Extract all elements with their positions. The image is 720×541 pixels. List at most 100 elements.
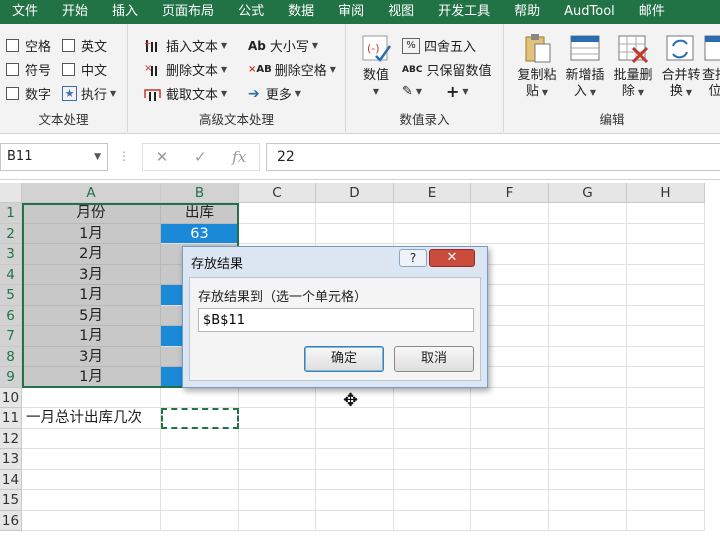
- cell-d13[interactable]: [316, 449, 394, 470]
- column-header-c[interactable]: C: [239, 183, 316, 203]
- column-header-f[interactable]: F: [471, 183, 549, 203]
- cell-g12[interactable]: [549, 428, 627, 449]
- help-button[interactable]: ?: [399, 249, 427, 267]
- cell-c15[interactable]: [239, 490, 316, 511]
- cell-f2[interactable]: [471, 223, 549, 244]
- row-header-4[interactable]: 4: [0, 264, 22, 285]
- keep-value-button[interactable]: ABC 只保留数值: [402, 60, 491, 79]
- insert-new-button[interactable]: 新增插 入 ▼: [560, 32, 610, 101]
- cell-g7[interactable]: [549, 326, 627, 347]
- cell-h7[interactable]: [627, 326, 705, 347]
- column-header-b[interactable]: B: [161, 183, 239, 203]
- cell-g9[interactable]: [549, 367, 627, 388]
- tab-audtool[interactable]: AudTool: [552, 0, 627, 24]
- cell-e11[interactable]: [394, 408, 471, 429]
- cell-c10[interactable]: [239, 387, 316, 408]
- function-icon[interactable]: fx: [232, 148, 246, 166]
- cell-a9[interactable]: 1月: [22, 367, 161, 388]
- cell-a14[interactable]: [22, 469, 161, 490]
- cell-e2[interactable]: [394, 223, 471, 244]
- copy-paste-button[interactable]: 复制粘 贴 ▼: [512, 32, 562, 101]
- cell-f10[interactable]: [471, 387, 549, 408]
- check-symbol[interactable]: 符号: [6, 60, 51, 79]
- cell-b12[interactable]: [161, 428, 239, 449]
- column-header-g[interactable]: G: [549, 183, 627, 203]
- column-header-e[interactable]: E: [394, 183, 471, 203]
- cell-f11[interactable]: [471, 408, 549, 429]
- cell-g3[interactable]: [549, 244, 627, 265]
- cell-h10[interactable]: [627, 387, 705, 408]
- cell-d16[interactable]: [316, 510, 394, 531]
- value-button[interactable]: (-) 数值 ▼: [352, 32, 400, 100]
- cell-b1[interactable]: 出库: [161, 203, 239, 224]
- cell-b10[interactable]: [161, 387, 239, 408]
- check-chinese[interactable]: 中文: [62, 60, 107, 79]
- execute-button[interactable]: ★ 执行 ▼: [62, 84, 116, 103]
- plus-dropdown[interactable]: + ▼: [446, 82, 469, 101]
- row-header-8[interactable]: 8: [0, 346, 22, 367]
- cell-a6[interactable]: 5月: [22, 305, 161, 326]
- cell-a4[interactable]: 3月: [22, 264, 161, 285]
- cell-b11[interactable]: [161, 408, 239, 429]
- cell-g11[interactable]: [549, 408, 627, 429]
- cell-d2[interactable]: [316, 223, 394, 244]
- cell-g6[interactable]: [549, 305, 627, 326]
- check-space[interactable]: 空格: [6, 36, 51, 55]
- row-header-6[interactable]: 6: [0, 305, 22, 326]
- cell-b2[interactable]: 63: [161, 223, 239, 244]
- name-box[interactable]: B11 ▼: [0, 143, 108, 171]
- row-header-14[interactable]: 14: [0, 469, 22, 490]
- check-icon[interactable]: ✓: [194, 148, 207, 166]
- cell-g14[interactable]: [549, 469, 627, 490]
- checkbox-icon[interactable]: [6, 87, 19, 100]
- cell-h12[interactable]: [627, 428, 705, 449]
- cancel-button[interactable]: 取消: [394, 346, 474, 372]
- cell-e16[interactable]: [394, 510, 471, 531]
- remove-spaces-button[interactable]: ×AB 删除空格 ▼: [248, 60, 336, 79]
- cell-reference-input[interactable]: [198, 308, 474, 332]
- cell-h14[interactable]: [627, 469, 705, 490]
- close-button[interactable]: ✕: [429, 249, 475, 267]
- row-header-3[interactable]: 3: [0, 244, 22, 265]
- cell-h16[interactable]: [627, 510, 705, 531]
- cell-e10[interactable]: [394, 387, 471, 408]
- batch-delete-button[interactable]: 批量删 除 ▼: [608, 32, 658, 101]
- checkbox-icon[interactable]: [62, 63, 75, 76]
- merge-convert-button[interactable]: 合并转 换 ▼: [656, 32, 706, 101]
- extract-text-button[interactable]: 截取文本 ▼: [144, 84, 227, 103]
- cell-a3[interactable]: 2月: [22, 244, 161, 265]
- column-header-d[interactable]: D: [316, 183, 394, 203]
- cell-a13[interactable]: [22, 449, 161, 470]
- cell-h11[interactable]: [627, 408, 705, 429]
- cell-c14[interactable]: [239, 469, 316, 490]
- cell-a7[interactable]: 1月: [22, 326, 161, 347]
- resize-handle-icon[interactable]: ⋮: [118, 149, 130, 163]
- tab-view[interactable]: 视图: [376, 0, 426, 24]
- cell-a8[interactable]: 3月: [22, 346, 161, 367]
- tab-mail[interactable]: 邮件: [627, 0, 677, 24]
- formula-input[interactable]: 22: [266, 143, 720, 171]
- row-header-16[interactable]: 16: [0, 510, 22, 531]
- cell-g4[interactable]: [549, 264, 627, 285]
- cell-h1[interactable]: [627, 203, 705, 224]
- cell-a2[interactable]: 1月: [22, 223, 161, 244]
- cell-h13[interactable]: [627, 449, 705, 470]
- row-header-15[interactable]: 15: [0, 490, 22, 511]
- case-button[interactable]: Ab 大小写 ▼: [248, 36, 318, 56]
- tab-home[interactable]: 开始: [50, 0, 100, 24]
- cell-g5[interactable]: [549, 285, 627, 306]
- tab-review[interactable]: 审阅: [326, 0, 376, 24]
- check-english[interactable]: 英文: [62, 36, 107, 55]
- cell-a16[interactable]: [22, 510, 161, 531]
- cell-g13[interactable]: [549, 449, 627, 470]
- cell-c11[interactable]: [239, 408, 316, 429]
- tab-page-layout[interactable]: 页面布局: [150, 0, 226, 24]
- cell-d15[interactable]: [316, 490, 394, 511]
- row-header-11[interactable]: 11: [0, 408, 22, 429]
- cell-b13[interactable]: [161, 449, 239, 470]
- tab-help[interactable]: 帮助: [502, 0, 552, 24]
- cell-f12[interactable]: [471, 428, 549, 449]
- tab-data[interactable]: 数据: [276, 0, 326, 24]
- cell-g8[interactable]: [549, 346, 627, 367]
- cell-h6[interactable]: [627, 305, 705, 326]
